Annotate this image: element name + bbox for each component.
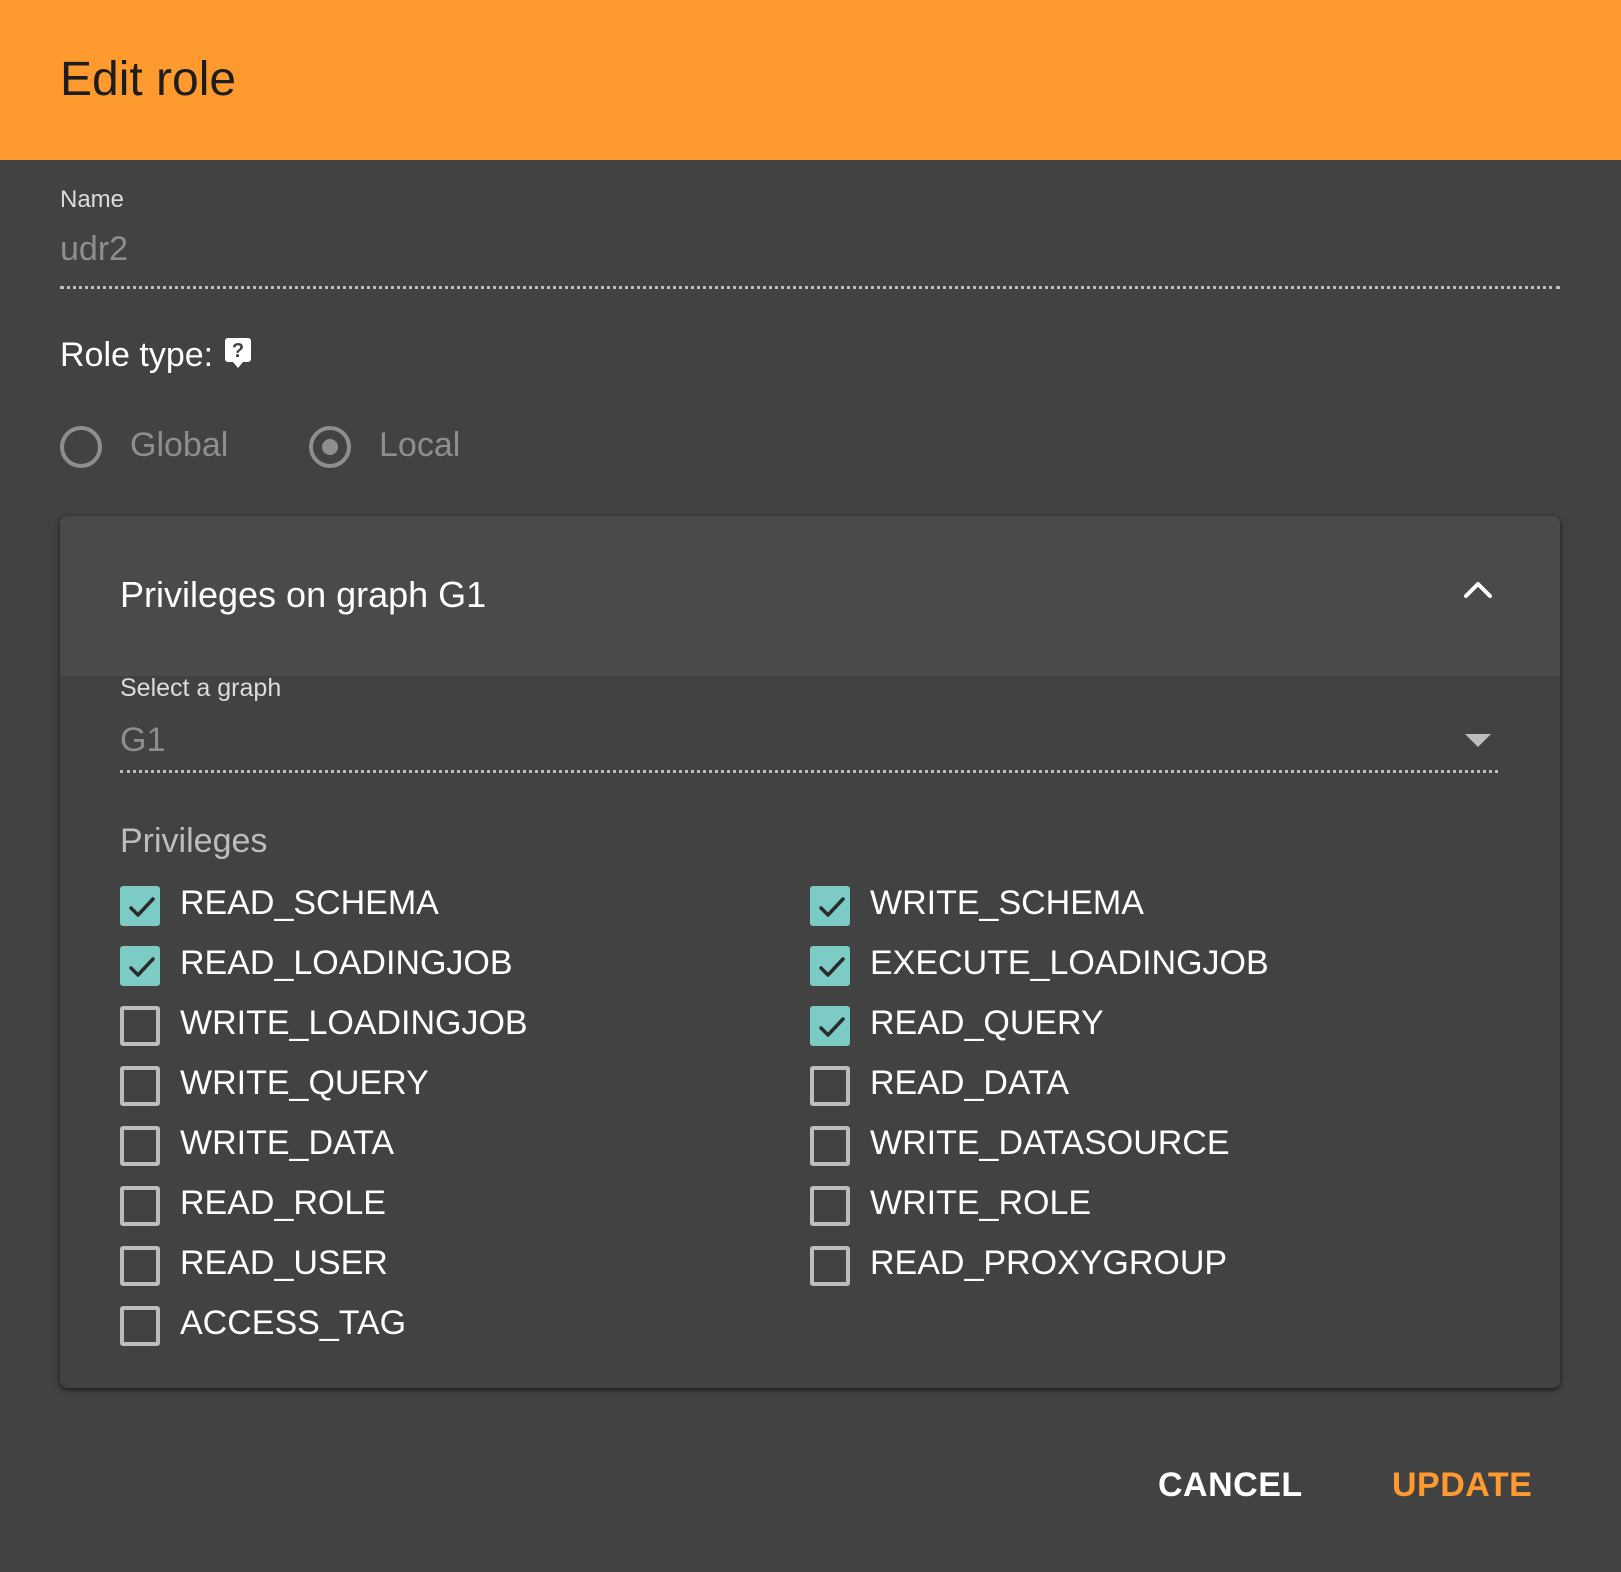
radio-local-circle[interactable] (309, 426, 351, 468)
help-icon[interactable]: ? (224, 337, 252, 369)
privilege-read-role[interactable]: READ_ROLE (120, 1176, 740, 1236)
privilege-label: READ_USER (180, 1244, 388, 1282)
privilege-label: WRITE_QUERY (180, 1064, 429, 1102)
privilege-label: READ_PROXYGROUP (870, 1244, 1228, 1282)
privileges-left-column: READ_SCHEMA READ_LOADINGJOB WRITE_LOADINGJ… (120, 876, 740, 1356)
privilege-write-data[interactable]: WRITE_DATA (120, 1116, 740, 1176)
name-field-label: Name (60, 186, 125, 213)
privilege-label: EXECUTE_LOADINGJOB (870, 944, 1269, 982)
privilege-read-schema-checkbox[interactable] (120, 886, 160, 926)
check-icon (819, 897, 845, 917)
privilege-label: READ_QUERY (870, 1004, 1104, 1042)
privileges-panel: Privileges on graph G1 Select a graph G1… (60, 516, 1560, 1388)
privilege-label: WRITE_SCHEMA (870, 884, 1144, 922)
privilege-write-query[interactable]: WRITE_QUERY (120, 1056, 740, 1116)
dialog-header: Edit role (0, 0, 1621, 160)
privilege-label: ACCESS_TAG (180, 1304, 407, 1342)
chevron-up-icon[interactable] (1458, 570, 1498, 610)
privilege-label: WRITE_LOADINGJOB (180, 1004, 528, 1042)
select-graph-underline (120, 770, 1498, 773)
privilege-write-schema[interactable]: WRITE_SCHEMA (810, 876, 1430, 936)
select-graph-label: Select a graph (120, 674, 282, 702)
privilege-write-datasource-checkbox[interactable] (810, 1126, 850, 1166)
privilege-read-proxygroup[interactable]: READ_PROXYGROUP (810, 1236, 1430, 1296)
privilege-read-loadingjob[interactable]: READ_LOADINGJOB (120, 936, 740, 996)
privilege-write-data-checkbox[interactable] (120, 1126, 160, 1166)
privileges-panel-title: Privileges on graph G1 (120, 574, 487, 615)
privilege-read-query-checkbox[interactable] (810, 1006, 850, 1046)
radio-global-label: Global (130, 426, 229, 464)
privilege-read-role-checkbox[interactable] (120, 1186, 160, 1226)
svg-text:?: ? (232, 340, 244, 362)
privilege-label: WRITE_ROLE (870, 1184, 1092, 1222)
cancel-button[interactable]: CANCEL (1158, 1466, 1303, 1505)
edit-role-dialog: Edit role Name udr2 Role type: ? Global … (0, 0, 1621, 1572)
privilege-access-tag-checkbox[interactable] (120, 1306, 160, 1346)
privilege-label: READ_LOADINGJOB (180, 944, 513, 982)
privilege-label: READ_ROLE (180, 1184, 386, 1222)
radio-global-circle[interactable] (60, 426, 102, 468)
privilege-read-user[interactable]: READ_USER (120, 1236, 740, 1296)
dropdown-arrow-icon[interactable] (1465, 734, 1491, 747)
privileges-right-column: WRITE_SCHEMA EXECUTE_LOADINGJOB READ_QUERY… (810, 876, 1430, 1296)
privilege-read-schema[interactable]: READ_SCHEMA (120, 876, 740, 936)
privilege-execute-loadingjob-checkbox[interactable] (810, 946, 850, 986)
privilege-label: WRITE_DATA (180, 1124, 395, 1162)
privileges-panel-header[interactable]: Privileges on graph G1 (60, 516, 1560, 676)
privilege-write-role-checkbox[interactable] (810, 1186, 850, 1226)
privilege-read-data-checkbox[interactable] (810, 1066, 850, 1106)
privilege-write-loadingjob-checkbox[interactable] (120, 1006, 160, 1046)
privileges-heading: Privileges (120, 822, 268, 860)
radio-local-label: Local (379, 426, 461, 464)
privilege-write-loadingjob[interactable]: WRITE_LOADINGJOB (120, 996, 740, 1056)
check-icon (819, 957, 845, 977)
privilege-label: READ_SCHEMA (180, 884, 439, 922)
privilege-write-schema-checkbox[interactable] (810, 886, 850, 926)
privilege-read-query[interactable]: READ_QUERY (810, 996, 1430, 1056)
role-type-label: Role type: (60, 336, 214, 374)
check-icon (129, 897, 155, 917)
check-icon (819, 1017, 845, 1037)
privilege-read-user-checkbox[interactable] (120, 1246, 160, 1286)
privilege-label: WRITE_DATASOURCE (870, 1124, 1230, 1162)
select-graph-dropdown[interactable]: G1 (120, 721, 165, 760)
privilege-read-proxygroup-checkbox[interactable] (810, 1246, 850, 1286)
radio-local-selected-dot (322, 439, 338, 455)
update-button[interactable]: UPDATE (1392, 1466, 1532, 1505)
privilege-execute-loadingjob[interactable]: EXECUTE_LOADINGJOB (810, 936, 1430, 996)
privilege-label: READ_DATA (870, 1064, 1070, 1102)
privilege-read-loadingjob-checkbox[interactable] (120, 946, 160, 986)
privilege-write-role[interactable]: WRITE_ROLE (810, 1176, 1430, 1236)
name-field[interactable]: udr2 (60, 230, 128, 269)
privilege-read-data[interactable]: READ_DATA (810, 1056, 1430, 1116)
name-field-underline (60, 286, 1560, 289)
privilege-access-tag[interactable]: ACCESS_TAG (120, 1296, 740, 1356)
dialog-title: Edit role (60, 53, 237, 106)
privilege-write-datasource[interactable]: WRITE_DATASOURCE (810, 1116, 1430, 1176)
privilege-write-query-checkbox[interactable] (120, 1066, 160, 1106)
check-icon (129, 957, 155, 977)
